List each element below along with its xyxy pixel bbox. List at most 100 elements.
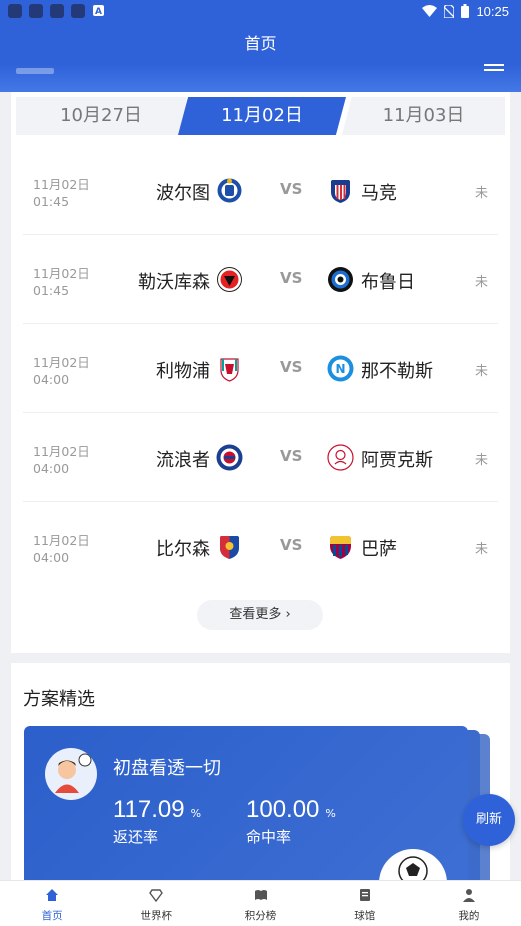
match-row[interactable]: 11月02日 04:00 流浪者 VS 阿贾克斯 未 [23, 413, 498, 502]
status-bar: A 10:25 [0, 0, 521, 22]
match-status: 未 [474, 542, 488, 557]
plan-card[interactable]: 初盘看透一切 117.09% 返还率 100.00% 命中率 [24, 726, 468, 896]
away-team-name: 阿贾克斯 [361, 450, 433, 471]
book-icon [254, 890, 267, 900]
nav-label: 首页 [41, 910, 63, 922]
home-team-name: 流浪者 [156, 450, 210, 471]
return-rate-value: 117.09 [113, 796, 185, 823]
notification-icon [50, 4, 64, 18]
match-datetime: 11月02日 04:00 [33, 354, 90, 388]
away-team-name: 巴萨 [361, 539, 397, 560]
vs-label: VS [280, 269, 303, 287]
match-status: 未 [474, 275, 488, 290]
home-team-name: 比尔森 [156, 539, 210, 560]
vs-label: VS [280, 536, 303, 554]
return-rate-unit: % [190, 807, 202, 820]
nav-label: 我的 [458, 910, 480, 922]
app-notification-icon: A [93, 5, 104, 17]
napoli-logo-icon: N [327, 355, 354, 382]
match-date: 11月02日 [33, 177, 90, 192]
match-datetime: 11月02日 01:45 [33, 176, 90, 210]
match-date: 11月02日 [33, 533, 90, 548]
no-sim-icon [444, 4, 455, 18]
menu-icon[interactable] [484, 64, 504, 74]
nav-item-venue[interactable]: 球馆 [313, 881, 417, 926]
nav-label: 球馆 [354, 910, 376, 922]
match-row[interactable]: 11月02日 01:45 勒沃库森 VS 布鲁日 未 [23, 235, 498, 324]
return-rate-label: 返还率 [113, 828, 159, 846]
home-team-name: 波尔图 [156, 183, 210, 204]
refresh-button[interactable]: 刷新 [463, 794, 515, 846]
nav-item-standings[interactable]: 积分榜 [208, 881, 312, 926]
date-tab-1[interactable]: 10月27日 [16, 97, 186, 135]
barcelona-logo-icon [330, 536, 351, 559]
away-team-name: 布鲁日 [361, 272, 415, 293]
view-more-label: 查看更多 [229, 607, 282, 622]
match-date: 11月02日 [33, 355, 90, 370]
match-row[interactable]: 11月02日 01:45 波尔图 VS 马竞 未 [23, 146, 498, 235]
match-status: 未 [474, 364, 488, 379]
home-team-name: 勒沃库森 [138, 272, 210, 293]
return-rate-stat: 117.09% 返还率 [113, 796, 201, 847]
battery-icon [461, 4, 470, 18]
porto-logo-icon [217, 178, 242, 203]
away-team-name: 马竞 [361, 183, 397, 204]
app-header: A 10:25 首页 [0, 0, 521, 92]
section-title: 方案精选 [23, 689, 95, 710]
match-time: 01:45 [33, 194, 70, 209]
hit-rate-label: 命中率 [246, 828, 292, 846]
liverpool-logo-icon [220, 358, 239, 382]
notification-icon [29, 4, 43, 18]
date-tab-2-selected[interactable]: 11月02日 [178, 97, 346, 135]
date-tab-3[interactable]: 11月03日 [342, 97, 505, 135]
club-brugge-logo-icon [328, 267, 353, 292]
viktoria-plzen-logo-icon [220, 536, 239, 559]
match-datetime: 11月02日 04:00 [33, 443, 90, 477]
notification-icon [8, 4, 22, 18]
status-time: 10:25 [476, 3, 509, 19]
user-icon [462, 889, 475, 902]
match-time: 04:00 [33, 461, 70, 476]
vs-label: VS [280, 358, 303, 376]
view-more-button[interactable]: 查看更多 › [197, 600, 323, 630]
match-time: 01:45 [33, 283, 70, 298]
vs-label: VS [280, 447, 303, 465]
bottom-nav: 首页 世界杯 积分榜 球馆 我的 [0, 880, 521, 926]
match-row[interactable]: 11月02日 04:00 比尔森 VS 巴萨 未 [23, 502, 498, 591]
match-time: 04:00 [33, 550, 70, 565]
hit-rate-stat: 100.00% 命中率 [246, 796, 336, 847]
nav-item-profile[interactable]: 我的 [417, 881, 521, 926]
match-datetime: 11月02日 01:45 [33, 265, 90, 299]
svg-text:N: N [335, 362, 345, 376]
match-status: 未 [474, 453, 488, 468]
match-row[interactable]: 11月02日 04:00 利物浦 VS N 那不勒斯 未 [23, 324, 498, 413]
rangers-logo-icon [216, 444, 243, 471]
wifi-icon [422, 5, 438, 17]
atletico-madrid-logo-icon [331, 180, 350, 203]
plan-name: 初盘看透一切 [113, 758, 221, 779]
date-tabs: 10月27日 11月03日 11月02日 [16, 97, 505, 135]
player-avatar-icon [55, 753, 92, 793]
nav-item-world-cup[interactable]: 世界杯 [104, 881, 208, 926]
match-date: 11月02日 [33, 266, 90, 281]
leverkusen-logo-icon [217, 267, 242, 292]
document-icon [359, 889, 370, 901]
matches-card: 10月27日 11月03日 11月02日 11月02日 01:45 波尔图 VS… [11, 92, 510, 653]
champions-league-logo [16, 68, 54, 74]
away-team-name: 那不勒斯 [361, 361, 433, 382]
hit-rate-value: 100.00 [246, 796, 320, 823]
match-datetime: 11月02日 04:00 [33, 532, 90, 566]
nav-label: 积分榜 [244, 910, 277, 922]
avatar [45, 748, 97, 800]
nav-label: 世界杯 [140, 910, 173, 922]
hit-rate-unit: % [325, 807, 336, 820]
page-title: 首页 [244, 34, 277, 53]
vs-label: VS [280, 180, 303, 198]
home-team-name: 利物浦 [156, 361, 210, 382]
nav-item-home[interactable]: 首页 [0, 881, 104, 926]
match-status: 未 [474, 186, 488, 201]
match-time: 04:00 [33, 372, 70, 387]
ajax-logo-icon [327, 444, 354, 471]
notification-icon [71, 4, 85, 18]
home-icon [46, 889, 59, 901]
